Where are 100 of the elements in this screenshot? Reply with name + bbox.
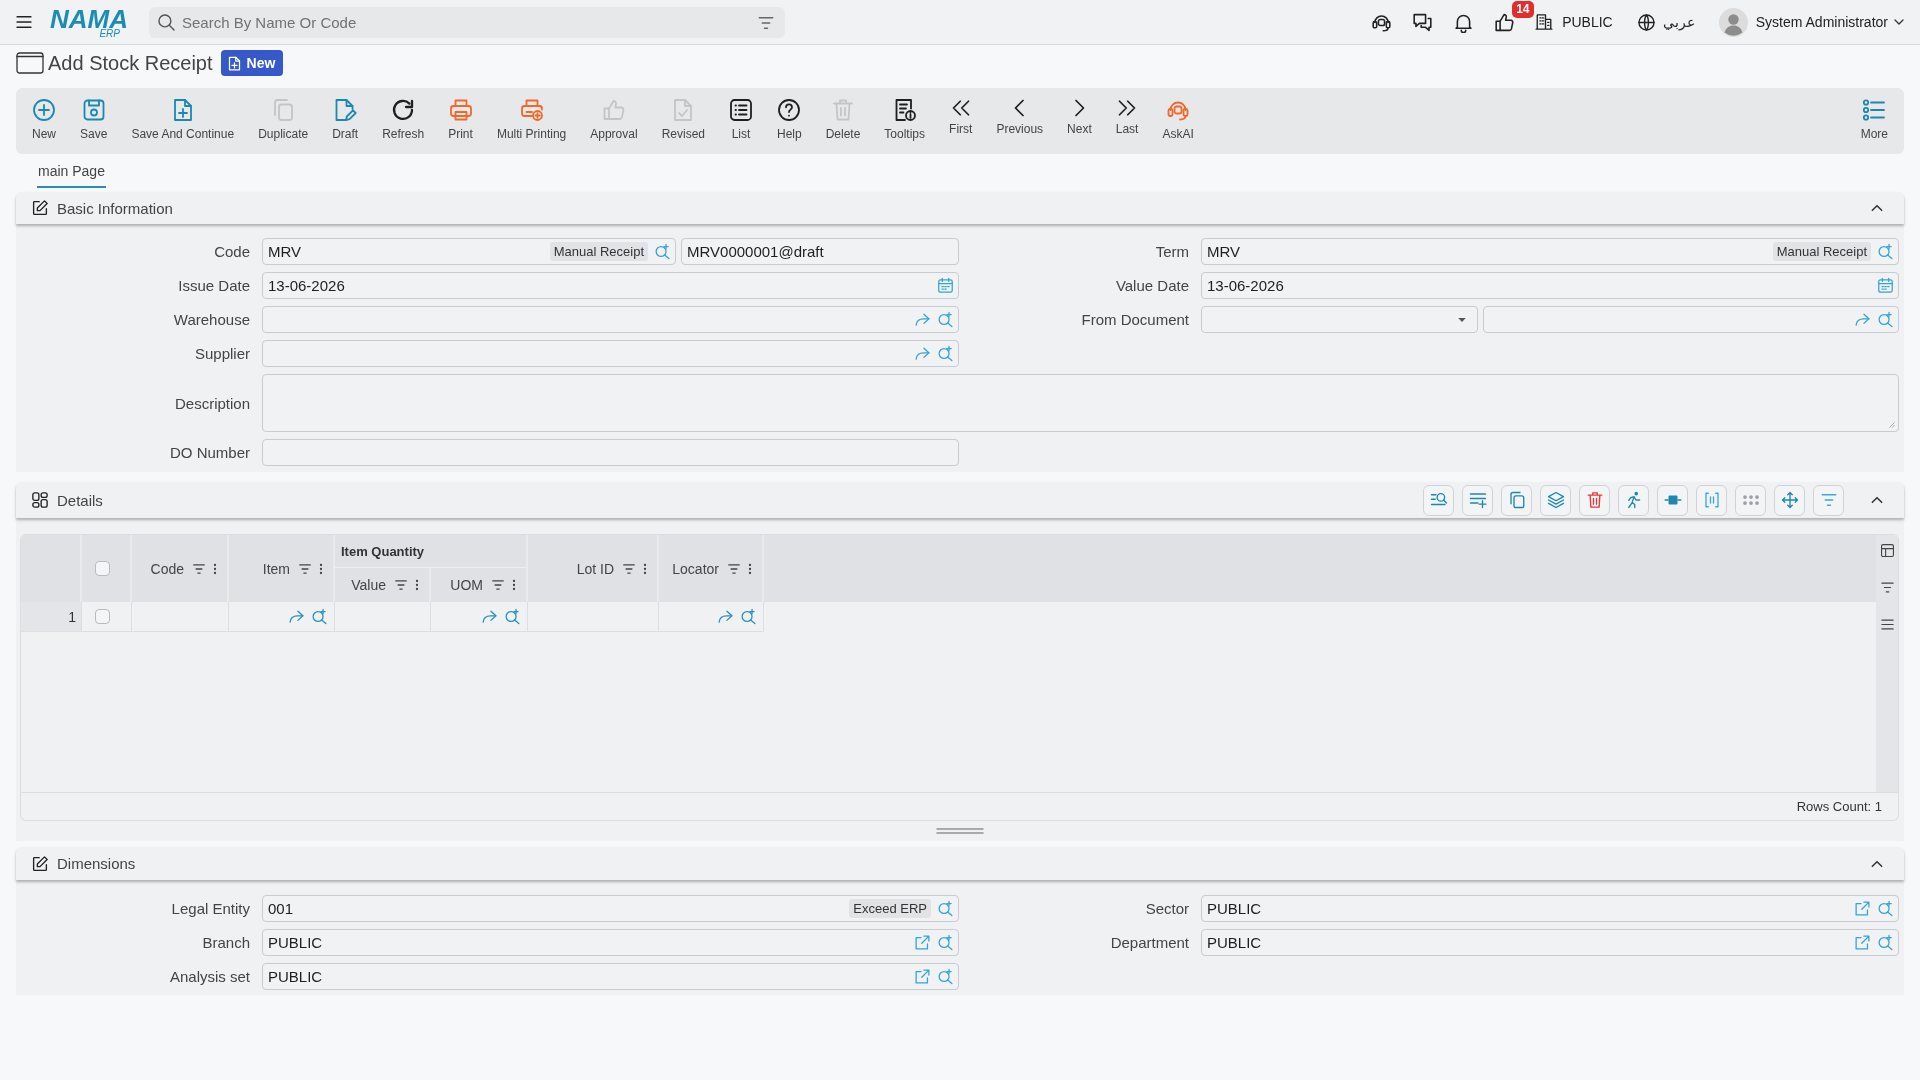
search-plus-icon[interactable] [937, 900, 954, 917]
layers-icon[interactable] [1546, 491, 1565, 509]
search-field[interactable]: Search By Name Or Code [149, 6, 785, 38]
toolbar-button[interactable]: Draft [320, 88, 371, 154]
column-header[interactable]: Lot ID [576, 560, 614, 577]
tool-button[interactable] [1540, 484, 1571, 516]
toolbar-button[interactable]: More [1848, 88, 1900, 154]
toolbar-button[interactable]: Multi Printing [484, 88, 579, 154]
external-link-icon[interactable] [914, 934, 931, 951]
printer-icon[interactable] [448, 98, 473, 122]
lookup-field[interactable]: PUBLIC [262, 929, 959, 956]
external-link-icon[interactable] [1854, 900, 1871, 917]
document-pen-icon[interactable] [333, 98, 358, 122]
filter-icon[interactable] [394, 578, 408, 592]
table-layout-icon[interactable] [1879, 543, 1895, 558]
lookup-field[interactable]: PUBLIC [262, 963, 959, 990]
column-header[interactable]: Item [262, 560, 290, 577]
bracket-icon[interactable] [1702, 491, 1721, 509]
filter-icon[interactable] [298, 561, 312, 576]
lookup-field[interactable]: PUBLIC [1201, 895, 1899, 922]
search-plus-icon[interactable] [654, 243, 671, 260]
toolbar-button[interactable]: Next [1055, 88, 1104, 154]
toolbar-button[interactable]: Refresh [370, 88, 437, 154]
company-selector[interactable]: PUBLIC [1562, 14, 1613, 30]
toolbar-button[interactable]: Previous [984, 88, 1056, 154]
menu-icon[interactable] [1879, 617, 1895, 632]
input-field[interactable] [262, 439, 959, 466]
drag-handle-icon[interactable] [935, 827, 984, 835]
thumbs-up-icon[interactable] [1494, 11, 1516, 33]
toolbar-button[interactable]: First [937, 88, 985, 154]
copy-icon[interactable] [1507, 491, 1526, 509]
calendar-icon[interactable] [1877, 277, 1894, 294]
column-header[interactable]: UOM [450, 577, 483, 593]
tool-button[interactable] [1618, 484, 1649, 516]
search-plus-icon[interactable] [937, 934, 954, 951]
tool-button[interactable] [1735, 484, 1766, 516]
tool-button[interactable] [1813, 484, 1844, 516]
lookup-field[interactable] [262, 306, 959, 333]
printer-plus-icon[interactable] [519, 98, 544, 122]
tool-button[interactable] [1657, 484, 1688, 516]
share-icon[interactable] [1854, 311, 1871, 328]
tool-button[interactable] [1462, 484, 1493, 516]
search-plus-icon[interactable] [504, 608, 521, 625]
calendar-icon[interactable] [937, 277, 954, 294]
filter-icon[interactable] [727, 561, 741, 576]
search-plus-icon[interactable] [1877, 900, 1894, 917]
search-plus-icon[interactable] [311, 608, 328, 625]
toolbar-button[interactable]: AskAI [1150, 88, 1206, 154]
column-header[interactable]: Code [150, 560, 184, 577]
share-icon[interactable] [288, 608, 305, 625]
tool-button[interactable] [1423, 484, 1454, 516]
date-field[interactable]: 13-06-2026 [1201, 272, 1899, 299]
toolbar-button[interactable]: Help [765, 88, 814, 154]
toolbar-button[interactable]: List [717, 88, 765, 154]
share-icon[interactable] [914, 345, 931, 362]
toolbar-button[interactable]: Tooltips [872, 88, 938, 154]
toolbar-button[interactable]: Save [68, 88, 120, 154]
date-field[interactable]: 13-06-2026 [262, 272, 959, 299]
lookup-field[interactable] [1483, 306, 1899, 333]
column-header[interactable]: Value [351, 577, 386, 593]
double-chevron-left-icon[interactable] [951, 99, 970, 117]
tool-button[interactable] [1501, 484, 1532, 516]
building-icon[interactable] [1535, 13, 1554, 31]
move-icon[interactable] [1780, 491, 1799, 509]
filter-icon[interactable] [192, 561, 206, 576]
list-icon[interactable] [729, 98, 753, 122]
tab[interactable]: main Page [37, 163, 106, 188]
external-link-icon[interactable] [914, 968, 931, 985]
toolbar-button[interactable]: Save And Continue [119, 88, 247, 154]
tool-button[interactable] [1579, 484, 1610, 516]
search-plus-icon[interactable] [937, 311, 954, 328]
search-plus-icon[interactable] [1877, 934, 1894, 951]
language-link[interactable]: عربي [1662, 14, 1695, 30]
tool-button[interactable] [1774, 484, 1805, 516]
refresh-icon[interactable] [391, 98, 416, 122]
toolbar-button[interactable]: Last [1103, 88, 1151, 154]
double-chevron-right-icon[interactable] [1118, 99, 1137, 117]
table-cell[interactable] [431, 602, 528, 632]
lookup-field[interactable]: PUBLIC [1201, 929, 1899, 956]
checkbox[interactable] [95, 609, 110, 624]
search-plus-icon[interactable] [937, 345, 954, 362]
menu-icon[interactable] [14, 13, 34, 31]
save-icon[interactable] [81, 98, 106, 122]
table-cell[interactable] [229, 602, 335, 632]
toolbar-button[interactable]: Print [436, 88, 485, 154]
search-plus-icon[interactable] [740, 608, 757, 625]
search-plus-icon[interactable] [937, 968, 954, 985]
search-plus-icon[interactable] [1877, 243, 1894, 260]
list-plus-icon[interactable] [1468, 491, 1487, 509]
column-header[interactable]: Locator [672, 560, 719, 577]
help-icon[interactable] [777, 98, 802, 122]
lookup-field[interactable] [262, 340, 959, 367]
plus-circle-icon[interactable] [32, 98, 56, 122]
trash-icon[interactable] [1585, 491, 1604, 509]
filter-icon[interactable] [622, 561, 636, 576]
share-icon[interactable] [481, 608, 498, 625]
input-field[interactable]: MRV0000001@draft [681, 238, 959, 265]
bullet-list-icon[interactable] [1862, 98, 1887, 122]
checkbox[interactable] [95, 561, 110, 576]
lookup-field[interactable]: MRV Manual Receipt [1201, 238, 1899, 265]
